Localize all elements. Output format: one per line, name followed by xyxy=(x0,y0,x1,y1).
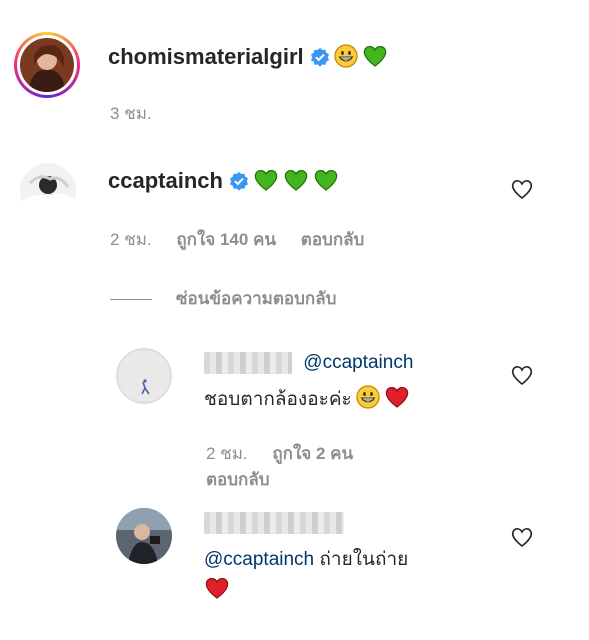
hide-replies-button[interactable]: ซ่อนข้อความตอบกลับ xyxy=(110,285,336,312)
reply-text: @ccaptainch ถ่ายในถ่าย xyxy=(204,544,408,574)
comment-meta: 3 ชม. xyxy=(110,100,172,127)
verified-badge-icon xyxy=(310,47,330,73)
like-heart-icon[interactable] xyxy=(510,178,534,205)
green-heart-icon xyxy=(283,168,309,198)
comment-meta: 2 ชม. ถูกใจ 140 คน ตอบกลับ xyxy=(110,226,384,253)
reply-header: @ccaptainch xyxy=(204,352,413,374)
reply-button[interactable]: ตอบกลับ xyxy=(301,230,365,249)
username-text[interactable]: chomismaterialgirl xyxy=(108,44,304,69)
avatar[interactable] xyxy=(116,348,172,404)
green-heart-icon xyxy=(253,168,279,198)
avatar[interactable] xyxy=(14,32,80,98)
divider-line xyxy=(110,299,152,301)
verified-badge-icon xyxy=(229,171,249,197)
grinning-face-icon xyxy=(334,44,358,74)
green-heart-icon xyxy=(362,44,388,74)
like-heart-icon[interactable] xyxy=(510,526,534,553)
comment-username[interactable]: ccaptainch xyxy=(108,168,339,198)
reply-meta-line2: ตอบกลับ xyxy=(206,466,290,493)
reply-text: ชอบตากล้องอะค่ะ xyxy=(204,384,410,415)
reply-text-line2 xyxy=(204,576,230,606)
blurred-username xyxy=(204,352,292,374)
reply-meta: 2 ชม. ถูกใจ 2 คน xyxy=(206,440,373,467)
reply-text-content: ชอบตากล้องอะค่ะ xyxy=(204,389,352,410)
reply-header xyxy=(204,512,344,534)
blurred-username xyxy=(204,512,344,534)
likes-count[interactable]: ถูกใจ 2 คน xyxy=(272,444,353,463)
red-heart-icon xyxy=(384,385,410,415)
like-heart-icon[interactable] xyxy=(510,364,534,391)
comment-username[interactable]: chomismaterialgirl xyxy=(108,44,388,74)
avatar[interactable] xyxy=(116,508,172,564)
avatar[interactable] xyxy=(20,163,76,219)
timestamp: 2 ชม. xyxy=(110,230,152,249)
reply-button[interactable]: ตอบกลับ xyxy=(206,470,270,489)
username-text[interactable]: ccaptainch xyxy=(108,168,223,193)
reply-text-content: ถ่ายในถ่าย xyxy=(319,549,409,570)
reply-mention[interactable]: @ccaptainch xyxy=(204,549,314,570)
likes-count[interactable]: ถูกใจ 140 คน xyxy=(176,230,276,249)
timestamp: 2 ชม. xyxy=(206,444,248,463)
reply-mention[interactable]: @ccaptainch xyxy=(303,352,413,373)
grinning-face-icon xyxy=(356,385,380,415)
green-heart-icon xyxy=(313,168,339,198)
hide-replies-label[interactable]: ซ่อนข้อความตอบกลับ xyxy=(176,289,336,308)
red-heart-icon xyxy=(204,576,230,606)
timestamp: 3 ชม. xyxy=(110,104,152,123)
